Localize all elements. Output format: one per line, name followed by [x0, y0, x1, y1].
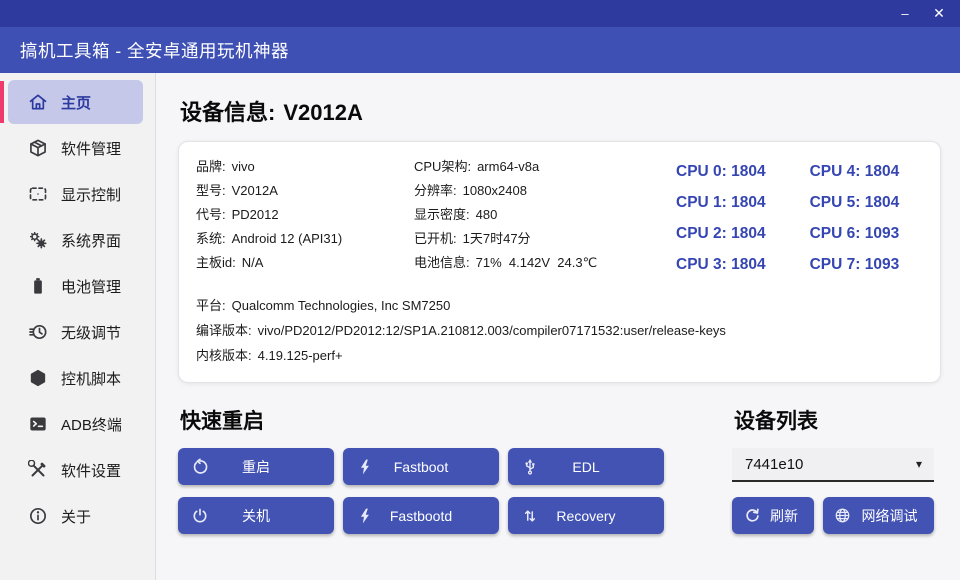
- app-header: 搞机工具箱 - 全安卓通用玩机神器: [0, 27, 960, 73]
- info-row: 系统:Android 12 (API31): [196, 227, 414, 251]
- sidebar-item-script[interactable]: 控机脚本: [8, 356, 143, 400]
- sidebar-item-label: 显示控制: [61, 184, 121, 205]
- info-row: 型号:V2012A: [196, 179, 414, 203]
- info-row: 内核版本:4.19.125-perf+: [196, 343, 924, 368]
- info-row: CPU架构:arm64-v8a: [414, 155, 676, 179]
- cpu-freq: CPU 3: 1804: [676, 249, 766, 280]
- sidebar-item-about[interactable]: 关于: [8, 494, 143, 538]
- sidebar-item-adb-terminal[interactable]: ADB终端: [8, 402, 143, 446]
- sidebar-item-home[interactable]: 主页: [8, 80, 143, 124]
- sidebar-item-label: 关于: [61, 506, 91, 527]
- sidebar-item-label: ADB终端: [61, 414, 122, 435]
- dropdown-caret-icon: ▾: [916, 457, 922, 471]
- device-select-dropdown[interactable]: 7441e10 ▾: [732, 448, 934, 482]
- quick-restart-title: 快速重启: [180, 405, 664, 435]
- device-name: V2012A: [283, 100, 363, 125]
- info-row: 主板id:N/A: [196, 251, 414, 275]
- basic-info-column: 品牌:vivo 型号:V2012A 代号:PD2012 系统:Android 1…: [196, 155, 414, 280]
- power-icon: [191, 507, 209, 525]
- quick-restart-section: 快速重启 重启 Fastboot: [178, 400, 664, 534]
- terminal-icon: [28, 414, 48, 434]
- home-icon: [28, 92, 48, 112]
- info-row: 平台:Qualcomm Technologies, Inc SM7250: [196, 293, 924, 318]
- cpu-freq: CPU 7: 1093: [810, 249, 900, 280]
- device-info-panel: 品牌:vivo 型号:V2012A 代号:PD2012 系统:Android 1…: [178, 141, 941, 383]
- refresh-icon: [743, 507, 761, 525]
- up-down-icon: [521, 507, 539, 525]
- sidebar-item-label: 无级调节: [61, 322, 121, 343]
- sidebar-item-battery[interactable]: 电池管理: [8, 264, 143, 308]
- info-row: 分辨率:1080x2408: [414, 179, 676, 203]
- usb-icon: [521, 458, 539, 476]
- sidebar-item-label: 软件设置: [61, 460, 121, 481]
- cpu-freq: CPU 6: 1093: [810, 218, 900, 249]
- display-icon: [28, 184, 48, 204]
- cpu-frequency-grid: CPU 0: 1804 CPU 1: 1804 CPU 2: 1804 CPU …: [676, 156, 899, 280]
- info-row: 显示密度:480: [414, 203, 676, 227]
- close-button[interactable]: ✕: [922, 0, 956, 27]
- info-icon: [28, 506, 48, 526]
- restart-icon: [191, 458, 209, 476]
- sidebar-item-label: 软件管理: [61, 138, 121, 159]
- edl-button[interactable]: EDL: [508, 448, 664, 485]
- info-row: 品牌:vivo: [196, 155, 414, 179]
- info-row: 代号:PD2012: [196, 203, 414, 227]
- hexagon-icon: [28, 368, 48, 388]
- globe-icon: [833, 507, 851, 525]
- info-row: 电池信息:71% 4.142V 24.3℃: [414, 251, 676, 275]
- fastboot-button[interactable]: Fastboot: [343, 448, 499, 485]
- sidebar-item-label: 电池管理: [61, 276, 121, 297]
- network-debug-button[interactable]: 网络调试: [823, 497, 934, 534]
- reboot-button[interactable]: 重启: [178, 448, 334, 485]
- sidebar: 主页 软件管理 显示控制 系统界面 电池管理: [0, 73, 156, 580]
- battery-icon: [28, 276, 48, 296]
- cpu-freq: CPU 1: 1804: [676, 187, 766, 218]
- device-list-section: 设备列表 7441e10 ▾ 刷新: [732, 400, 934, 534]
- system-info-column: CPU架构:arm64-v8a 分辨率:1080x2408 显示密度:480 已…: [414, 155, 676, 280]
- minimize-button[interactable]: –: [888, 0, 922, 27]
- device-list-title: 设备列表: [734, 405, 934, 435]
- app-title: 搞机工具箱 - 全安卓通用玩机神器: [20, 38, 289, 63]
- cpu-freq: CPU 5: 1804: [810, 187, 900, 218]
- selected-device: 7441e10: [745, 456, 803, 473]
- sidebar-item-label: 系统界面: [61, 230, 121, 251]
- sidebar-item-display-control[interactable]: 显示控制: [8, 172, 143, 216]
- sidebar-item-stepless-tuning[interactable]: 无级调节: [8, 310, 143, 354]
- timer-icon: [28, 322, 48, 342]
- title-bar: – ✕: [0, 0, 960, 27]
- sidebar-item-app-manager[interactable]: 软件管理: [8, 126, 143, 170]
- sidebar-item-settings[interactable]: 软件设置: [8, 448, 143, 492]
- page-title: 设备信息: V2012A: [180, 95, 941, 127]
- info-row: 编译版本:vivo/PD2012/PD2012:12/SP1A.210812.0…: [196, 318, 924, 343]
- gears-icon: [28, 230, 48, 250]
- fastbootd-button[interactable]: Fastbootd: [343, 497, 499, 534]
- build-info-section: 平台:Qualcomm Technologies, Inc SM7250 编译版…: [196, 293, 924, 368]
- sidebar-item-label: 主页: [61, 92, 91, 113]
- recovery-button[interactable]: Recovery: [508, 497, 664, 534]
- sidebar-item-system-ui[interactable]: 系统界面: [8, 218, 143, 262]
- cpu-freq: CPU 0: 1804: [676, 156, 766, 187]
- sidebar-item-label: 控机脚本: [61, 368, 121, 389]
- cpu-freq: CPU 2: 1804: [676, 218, 766, 249]
- lightning-icon: [356, 507, 374, 525]
- tools-icon: [28, 460, 48, 480]
- info-row: 已开机:1天7时47分: [414, 227, 676, 251]
- cpu-freq: CPU 4: 1804: [810, 156, 900, 187]
- main-content: 设备信息: V2012A 品牌:vivo 型号:V2012A 代号:PD2012 …: [156, 73, 960, 580]
- device-info-label: 设备信息:: [180, 100, 275, 125]
- package-icon: [28, 138, 48, 158]
- shutdown-button[interactable]: 关机: [178, 497, 334, 534]
- active-indicator: [0, 81, 4, 123]
- lightning-icon: [356, 458, 374, 476]
- refresh-button[interactable]: 刷新: [732, 497, 814, 534]
